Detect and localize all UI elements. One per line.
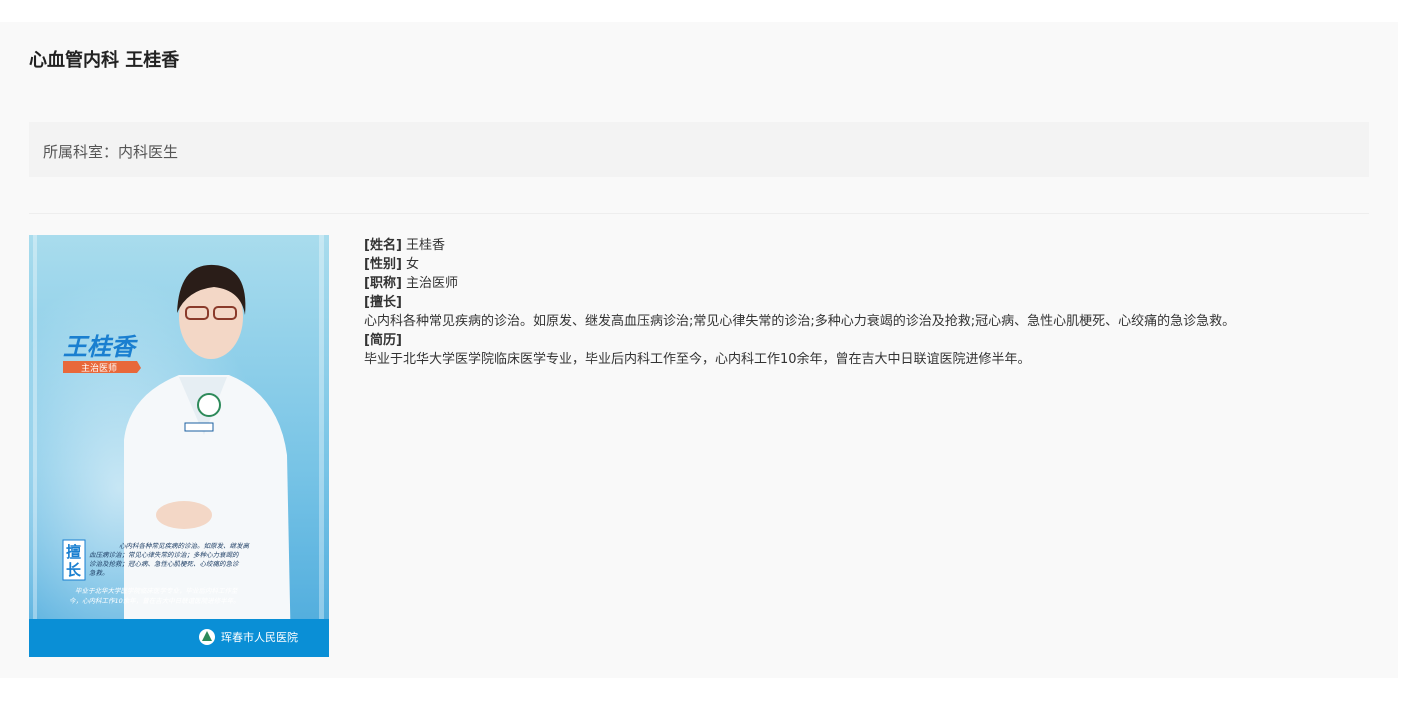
doctor-info: [姓名] 王桂香 [性别] 女 [职称] 主治医师 [擅长] 心内科各种常见疾病… bbox=[364, 236, 1235, 369]
name-value: 王桂香 bbox=[406, 238, 446, 253]
page-title: 心血管内科 王桂香 bbox=[29, 50, 180, 71]
department-box: 所属科室：内科医生 bbox=[29, 122, 1369, 177]
info-title-row: [职称] 主治医师 bbox=[364, 274, 1235, 293]
info-resume-label-row: [简历] bbox=[364, 331, 1235, 350]
poster-specialty-line4: 急救。 bbox=[89, 569, 109, 577]
info-gender-row: [性别] 女 bbox=[364, 255, 1235, 274]
resume-text: 毕业于北华大学医学院临床医学专业，毕业后内科工作至今，心内科工作10余年，曾在吉… bbox=[364, 352, 1031, 367]
info-specialty-label-row: [擅长] bbox=[364, 293, 1235, 312]
poster-resume-line2: 今，心内科工作10余年，曾在吉大中日联谊医院进修半年。 bbox=[69, 597, 240, 605]
poster-badge-char1: 擅 bbox=[66, 543, 81, 561]
specialty-text: 心内科各种常见疾病的诊治。如原发、继发高血压病诊治;常见心律失常的诊治;多种心力… bbox=[364, 314, 1236, 329]
poster-badge-char2: 长 bbox=[66, 561, 82, 579]
doctor-detail-panel: 心血管内科 王桂香 所属科室：内科医生 王桂香 主治医师 擅 长 心内科各种常见… bbox=[0, 22, 1398, 678]
poster-doctor-title: 主治医师 bbox=[81, 362, 117, 374]
title-value: 主治医师 bbox=[406, 276, 459, 291]
department-text: 所属科室：内科医生 bbox=[43, 141, 178, 162]
poster-graphic: 王桂香 主治医师 擅 长 心内科各种常见疾病的诊治。如原发、继发高 血压病诊治；… bbox=[29, 235, 329, 657]
poster-hospital-name: 珲春市人民医院 bbox=[221, 630, 298, 644]
poster-doctor-name: 王桂香 bbox=[63, 333, 138, 361]
department-label: 所属科室： bbox=[43, 143, 119, 161]
poster-resume-line1: 毕业于北华大学医学院临床医学专业，毕业后内科工作至 bbox=[75, 587, 239, 595]
resume-label: [简历] bbox=[364, 333, 402, 348]
name-label: [姓名] bbox=[364, 238, 402, 253]
gender-value: 女 bbox=[406, 257, 420, 272]
divider bbox=[29, 213, 1369, 214]
info-name-row: [姓名] 王桂香 bbox=[364, 236, 1235, 255]
department-value: 内科医生 bbox=[118, 143, 179, 161]
poster-specialty-line1: 心内科各种常见疾病的诊治。如原发、继发高 bbox=[119, 542, 251, 550]
specialty-label: [擅长] bbox=[364, 295, 402, 310]
title-label: [职称] bbox=[364, 276, 402, 291]
poster-specialty-line2: 血压病诊治；常见心律失常的诊治；多种心力衰竭的 bbox=[89, 551, 240, 559]
doctor-poster-image: 王桂香 主治医师 擅 长 心内科各种常见疾病的诊治。如原发、继发高 血压病诊治；… bbox=[29, 235, 329, 657]
poster-specialty-line3: 诊治及抢救；冠心病、急性心肌梗死、心绞痛的急诊 bbox=[89, 560, 240, 568]
gender-label: [性别] bbox=[364, 257, 402, 272]
